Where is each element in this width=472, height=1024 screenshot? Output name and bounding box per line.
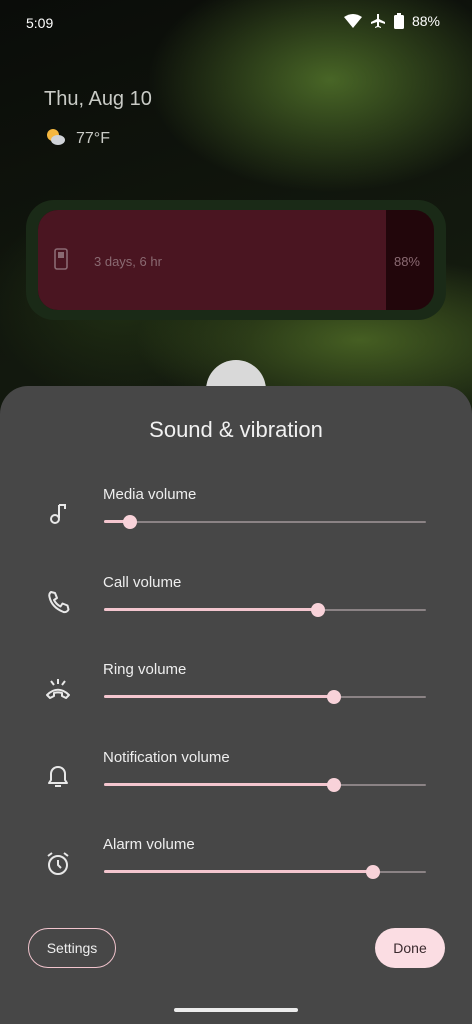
battery-level-fill (38, 210, 387, 310)
volume-slider-thumb[interactable] (122, 515, 137, 529)
volume-slider-thumb[interactable] (327, 690, 342, 704)
sound-vibration-sheet: Sound & vibration Media volume Call volum… (0, 386, 472, 1024)
battery-time-left: 3 days, 6 hr (94, 254, 162, 269)
volume-row: Ring volume (0, 661, 472, 731)
battery-level-bar: 3 days, 6 hr 88% (38, 210, 434, 310)
partly-sunny-icon (44, 126, 66, 151)
status-icons: 88% (343, 13, 440, 29)
phone-call-icon[interactable] (44, 588, 72, 616)
volume-slider[interactable] (104, 690, 426, 704)
volume-label: Call volume (103, 573, 182, 591)
volume-row: Media volume (0, 486, 472, 556)
volume-slider-thumb[interactable] (327, 777, 342, 792)
volume-slider[interactable] (104, 777, 426, 792)
status-bar: 5:09 88% (0, 0, 472, 44)
weather-temp: 77°F (76, 129, 110, 147)
alarm-clock-icon[interactable] (44, 850, 72, 878)
volume-slider-fill (104, 870, 373, 873)
battery-widget-percent: 88% (393, 254, 420, 269)
bell-icon[interactable] (44, 763, 72, 791)
battery-icon (393, 13, 404, 29)
settings-button[interactable]: Settings (28, 928, 116, 968)
volume-label: Notification volume (103, 748, 230, 766)
volume-slider-fill (104, 607, 319, 611)
airplane-icon (370, 13, 386, 29)
volume-row: Call volume (0, 574, 472, 644)
volume-slider[interactable] (104, 515, 426, 529)
battery-percent: 88% (411, 13, 440, 29)
weather: 77°F (44, 126, 110, 151)
volume-row: Notification volume (0, 749, 472, 819)
done-button[interactable]: Done (375, 928, 445, 968)
lockscreen-date: Thu, Aug 10 (44, 88, 152, 110)
wifi-icon (343, 14, 362, 28)
volume-label: Media volume (103, 486, 197, 503)
volume-slider[interactable] (104, 602, 426, 617)
volume-slider-thumb[interactable] (365, 865, 380, 879)
sheet-title: Sound & vibration (149, 417, 323, 442)
ring-icon[interactable] (44, 675, 72, 703)
phone-icon (54, 248, 68, 275)
music-note-icon[interactable] (44, 500, 72, 528)
status-time: 5:09 (26, 15, 54, 31)
volume-slider-fill (104, 695, 335, 698)
volume-slider-thumb[interactable] (311, 602, 326, 617)
battery-widget[interactable]: 3 days, 6 hr 88% (26, 200, 446, 320)
volume-slider-fill (104, 782, 335, 786)
volume-slider[interactable] (104, 865, 426, 879)
volume-row: Alarm volume (0, 836, 472, 906)
volume-label: Alarm volume (103, 836, 195, 853)
volume-label: Ring volume (103, 661, 187, 678)
home-indicator[interactable] (174, 1008, 298, 1012)
